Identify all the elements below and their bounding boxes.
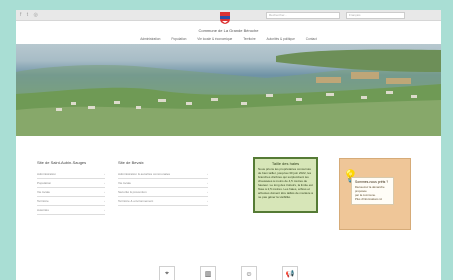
nav-item[interactable]: Administration: [140, 37, 160, 41]
left-link-item[interactable]: Population ›: [37, 179, 105, 188]
landscape-illustration: [16, 49, 441, 136]
left-link-item[interactable]: Autorités ›: [37, 206, 105, 215]
hero-image: [16, 44, 441, 136]
nav-item[interactable]: Territoire: [243, 37, 255, 41]
info-card-line: Plus d'informations ici: [355, 197, 382, 201]
chevron-right-icon: ›: [104, 190, 105, 194]
info-card-line: Découvrez la démarche proposée: [355, 185, 385, 193]
right-links-title: Site de Bevaix: [118, 160, 144, 165]
right-links: Site de Bevaix Administration & autorité…: [118, 160, 208, 206]
site-title: Commune de La Grande Béroche: [198, 28, 259, 33]
nav-item[interactable]: Autorités & politique: [267, 37, 295, 41]
info-note[interactable]: 💡 Sommes-nous prêts ? Découvrez la démar…: [339, 158, 411, 230]
chevron-right-icon: ›: [207, 172, 208, 176]
info-card-title: Sommes-nous prêts ?: [355, 180, 389, 184]
nav-item[interactable]: Contact: [306, 37, 317, 41]
left-link-item[interactable]: Territoire ›: [37, 197, 105, 206]
right-link-item[interactable]: Vie locale ›: [118, 179, 208, 188]
chevron-right-icon: ›: [104, 208, 105, 212]
right-link-item[interactable]: Administration & autorités communales ›: [118, 170, 208, 179]
person-icon[interactable]: ☺: [241, 266, 257, 280]
location-icon[interactable]: ⌖: [159, 266, 175, 280]
social-icons[interactable]: f t ◎: [20, 12, 40, 18]
megaphone-icon[interactable]: 📢: [282, 266, 298, 280]
chevron-right-icon: ›: [104, 172, 105, 176]
nav-item[interactable]: Population: [171, 37, 186, 41]
left-link-item[interactable]: Vie locale ›: [37, 188, 105, 197]
page-frame: f t ◎ Rechercher... Français Commune de …: [16, 10, 441, 280]
chevron-right-icon: ›: [207, 199, 208, 203]
left-links-title: Site de Saint-Aubin-Sauges: [37, 160, 87, 165]
language-select[interactable]: Français: [346, 12, 405, 19]
nav-item[interactable]: Vie locale & économique: [197, 37, 232, 41]
notice-text: Nous prions les propriétaires concernés …: [258, 167, 313, 199]
left-link-item[interactable]: Administration ›: [37, 170, 105, 179]
footer-quick-links: ⌖ ▥ ☺ 📢: [16, 265, 441, 280]
info-card: Sommes-nous prêts ? Découvrez la démarch…: [351, 177, 394, 205]
chevron-right-icon: ›: [104, 199, 105, 203]
left-links: Site de Saint-Aubin-Sauges Administratio…: [37, 160, 105, 215]
chevron-right-icon: ›: [207, 190, 208, 194]
building-icon[interactable]: ▥: [200, 266, 216, 280]
chevron-right-icon: ›: [207, 181, 208, 185]
right-link-item[interactable]: Sécurité & prévention ›: [118, 188, 208, 197]
notice-title: Taille des haies: [271, 161, 300, 166]
chevron-right-icon: ›: [104, 181, 105, 185]
crest-icon: [220, 12, 230, 24]
right-link-item[interactable]: Territoire & environnement ›: [118, 197, 208, 206]
notice-board[interactable]: Taille des haies Nous prions les proprié…: [253, 157, 318, 213]
search-input[interactable]: Rechercher...: [266, 12, 340, 19]
